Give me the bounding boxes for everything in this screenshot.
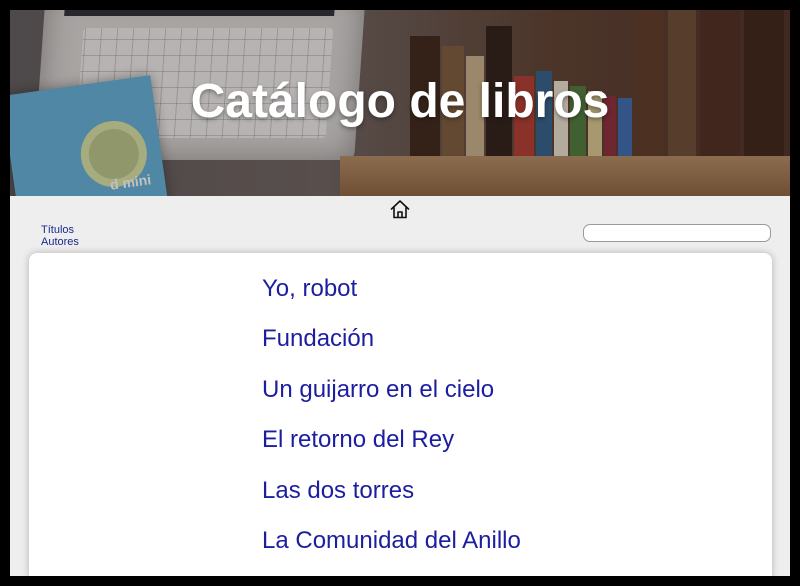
page-frame: d mini Catálogo de libros Títulos Autore…: [10, 10, 790, 576]
book-list: Yo, robot Fundación Un guijarro en el ci…: [262, 274, 521, 576]
search-input[interactable]: [583, 224, 771, 242]
book-link[interactable]: Un guijarro en el cielo: [262, 376, 494, 403]
header-banner: d mini Catálogo de libros: [10, 10, 790, 196]
book-link[interactable]: El retorno del Rey: [262, 426, 454, 453]
list-item: Yo, robot: [262, 274, 521, 324]
nav-links: Títulos Autores: [41, 224, 79, 248]
list-item: El retorno del Rey: [262, 425, 521, 475]
book-link[interactable]: Yo, robot: [262, 275, 357, 302]
nav-link-titulos[interactable]: Títulos: [41, 224, 79, 236]
book-link[interactable]: Fundación: [262, 325, 374, 352]
list-item: La Comunidad del Anillo: [262, 526, 521, 576]
book-list-card: Yo, robot Fundación Un guijarro en el ci…: [29, 253, 772, 576]
home-icon: [390, 200, 410, 219]
list-item: Un guijarro en el cielo: [262, 375, 521, 425]
home-button[interactable]: [389, 198, 411, 220]
nav-link-autores[interactable]: Autores: [41, 236, 79, 248]
page-title: Catálogo de libros: [190, 75, 610, 128]
book-link[interactable]: La Comunidad del Anillo: [262, 527, 521, 554]
book-link[interactable]: Las dos torres: [262, 477, 414, 504]
list-item: Fundación: [262, 324, 521, 374]
list-item: Las dos torres: [262, 476, 521, 526]
